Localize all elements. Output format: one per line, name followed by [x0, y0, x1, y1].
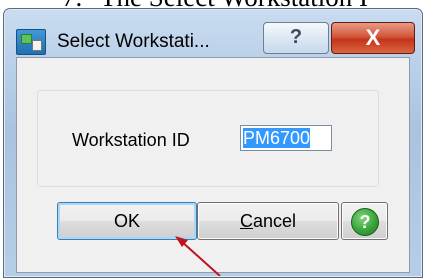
annotation-arrow-line [180, 240, 221, 276]
annotation-arrow [175, 236, 221, 276]
